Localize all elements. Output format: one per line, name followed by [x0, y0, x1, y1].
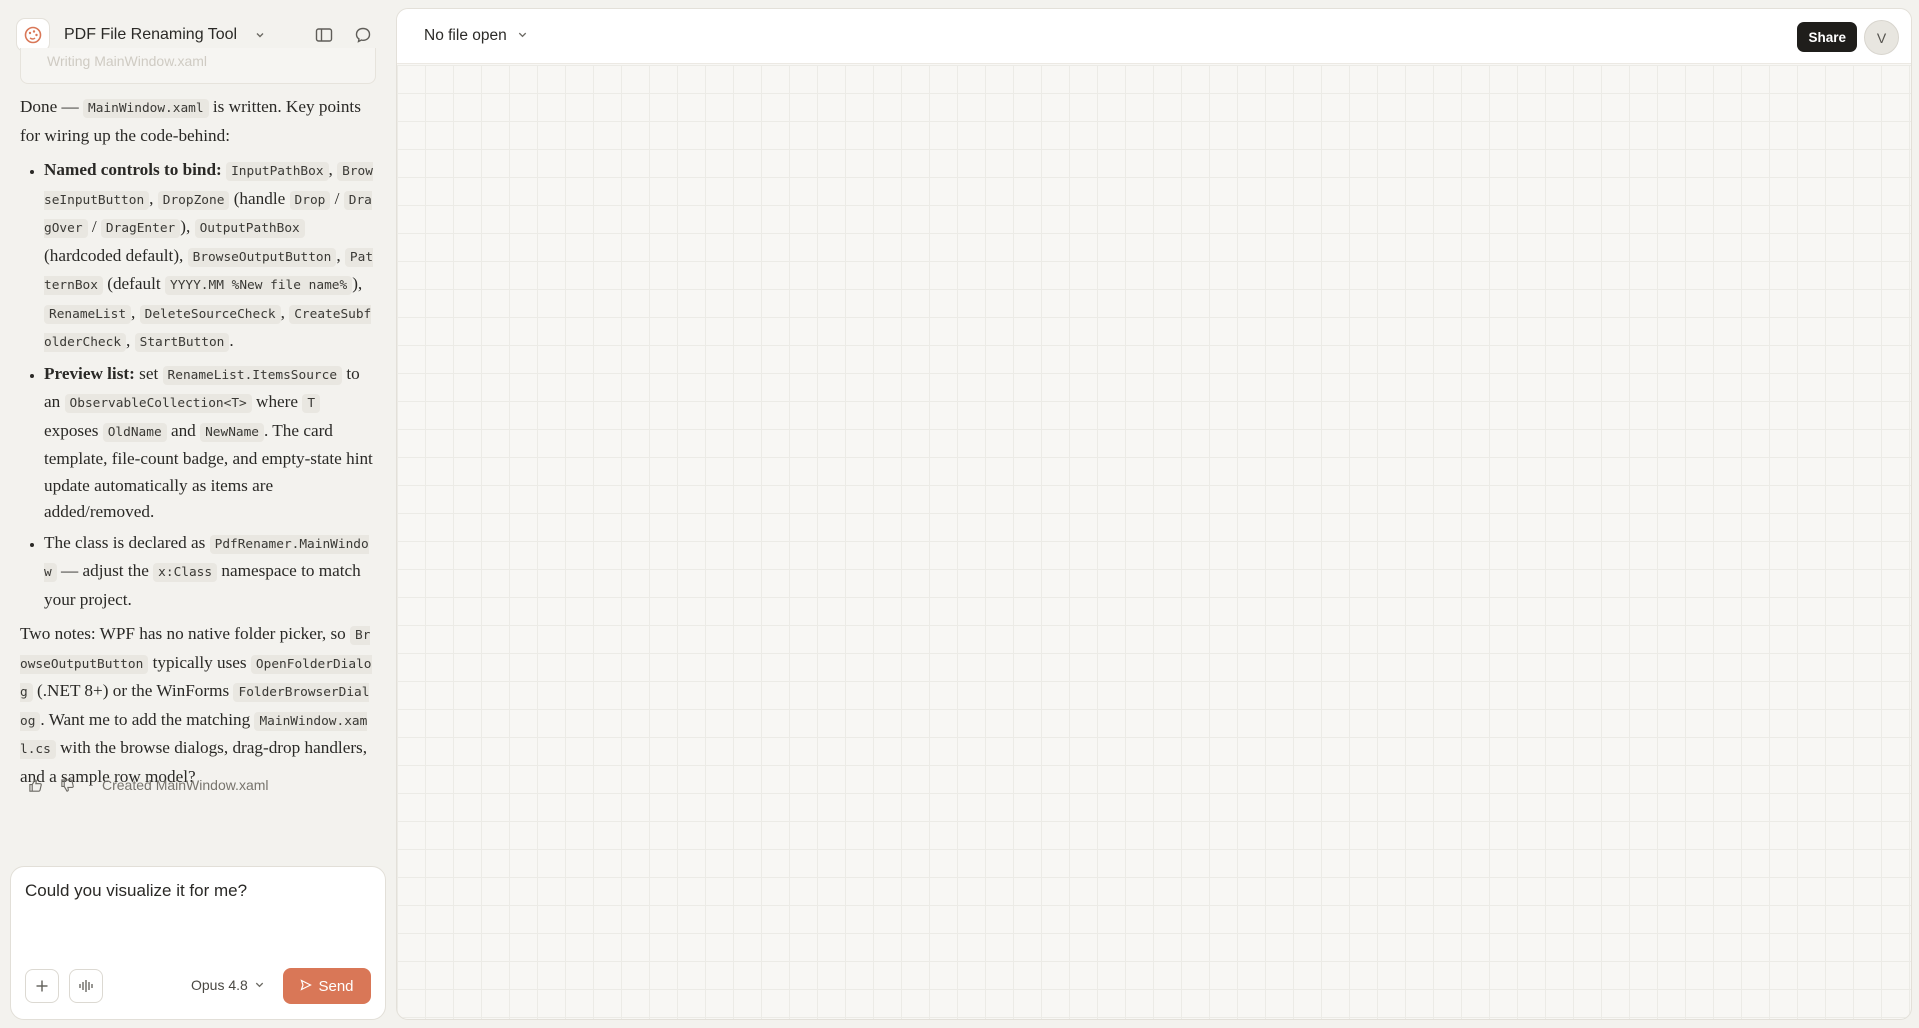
send-icon	[300, 978, 313, 995]
message-outro: Two notes: WPF has no native folder pick…	[20, 624, 372, 786]
thumbs-down-icon[interactable]	[58, 776, 76, 794]
tool-status-card: Writing MainWindow.xaml	[20, 48, 376, 84]
app-logo-icon[interactable]	[16, 18, 50, 52]
chat-icon[interactable]	[352, 24, 374, 46]
model-selector[interactable]: Opus 4.8	[191, 977, 265, 993]
inline-code: T	[302, 394, 321, 413]
inline-code: StartButton	[134, 333, 230, 352]
share-button[interactable]: Share	[1797, 22, 1857, 52]
add-attachment-button[interactable]	[25, 969, 59, 1003]
artifact-canvas: No file open Share V	[396, 8, 1912, 1020]
artifact-created-label[interactable]: Created MainWindow.xaml	[102, 777, 269, 793]
canvas-grid	[397, 65, 1911, 1019]
inline-code: ObservableCollection<T>	[64, 394, 252, 413]
inline-code: MainWindow.xaml	[83, 99, 209, 118]
inline-code: x:Class	[153, 563, 218, 582]
file-selector[interactable]: No file open	[424, 27, 528, 45]
microphone-icon	[79, 980, 93, 992]
voice-input-button[interactable]	[69, 969, 103, 1003]
chevron-down-icon[interactable]	[253, 28, 267, 42]
inline-code: DropZone	[157, 190, 230, 210]
project-title[interactable]: PDF File Renaming Tool	[64, 26, 237, 44]
inline-code: RenameList.ItemsSource	[162, 365, 343, 385]
inline-code: Drop	[289, 190, 331, 210]
avatar[interactable]: V	[1864, 20, 1899, 55]
message-input[interactable]: Could you visualize it for me?	[25, 881, 365, 921]
chat-panel: PDF File Renaming Tool Writing MainWindo…	[0, 0, 395, 1028]
send-label: Send	[318, 977, 354, 995]
canvas-header: No file open Share V	[397, 9, 1911, 64]
inline-code: InputPathBox	[226, 162, 329, 181]
message-feedback: Created MainWindow.xaml	[26, 774, 269, 796]
inline-code: DragEnter	[100, 219, 181, 238]
model-label: Opus 4.8	[191, 977, 248, 993]
inline-code: DeleteSourceCheck	[139, 304, 281, 324]
message-list: Named controls to bind: InputPathBox, Br…	[20, 157, 376, 613]
inline-code: YYYY.MM %New file name%	[164, 276, 353, 295]
tool-status-text: Writing MainWindow.xaml	[47, 53, 208, 69]
inline-code: OldName	[102, 422, 167, 442]
inline-code: RenameList	[44, 304, 132, 324]
file-selector-label: No file open	[424, 27, 507, 44]
chevron-down-icon	[517, 27, 528, 45]
inline-code: NewName	[200, 422, 265, 442]
chevron-down-icon	[254, 977, 265, 993]
thumbs-up-icon[interactable]	[26, 776, 44, 794]
message-intro: Done — MainWindow.xaml is written. Key p…	[20, 97, 361, 145]
inline-code: BrowseOutputButton	[187, 247, 337, 267]
sidebar-toggle-icon[interactable]	[313, 24, 335, 46]
list-item: Preview list: set RenameList.ItemsSource…	[44, 361, 376, 526]
list-item: The class is declared as PdfRenamer.Main…	[44, 530, 376, 614]
assistant-message: Done — MainWindow.xaml is written. Key p…	[20, 94, 376, 790]
inline-code: OutputPathBox	[194, 219, 305, 238]
list-item: Named controls to bind: InputPathBox, Br…	[44, 157, 376, 357]
send-button[interactable]: Send	[283, 968, 371, 1004]
message-composer: Could you visualize it for me? Opus 4.8 …	[10, 866, 386, 1020]
plus-icon	[36, 980, 48, 992]
app: PDF File Renaming Tool Writing MainWindo…	[0, 0, 1919, 1028]
